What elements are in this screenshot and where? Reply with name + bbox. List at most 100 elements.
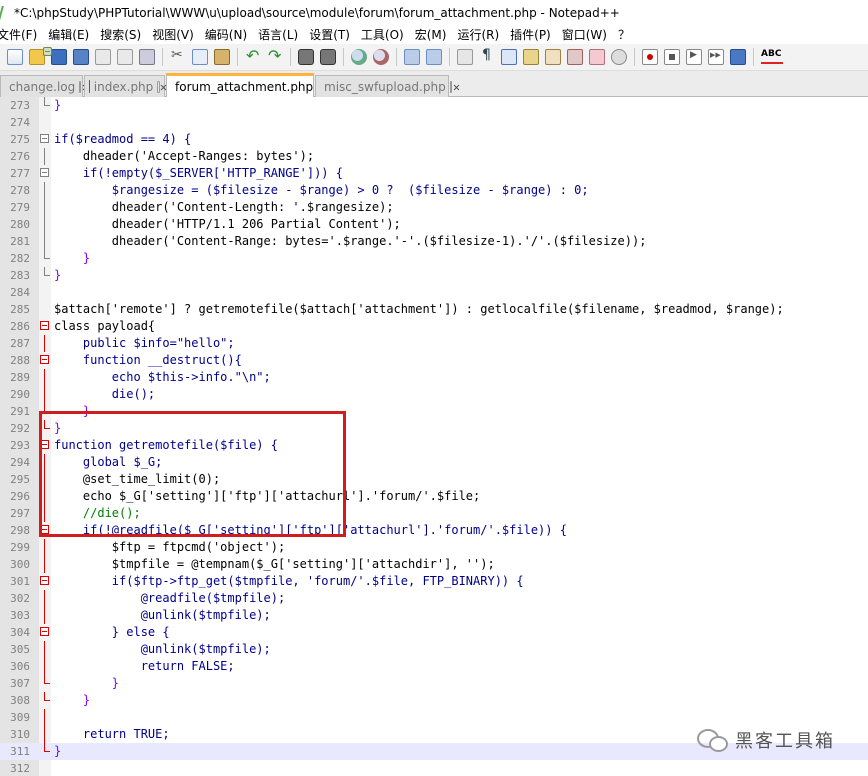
code-text: } bbox=[54, 251, 91, 265]
menu-plugins[interactable]: 插件(P) bbox=[505, 26, 557, 43]
save-icon[interactable] bbox=[51, 49, 67, 65]
fold-toggle-icon[interactable] bbox=[40, 627, 49, 636]
menu-window[interactable]: 窗口(W) bbox=[557, 26, 613, 43]
code-text: dheader('Content-Length: '.$rangesize); bbox=[54, 200, 394, 214]
menu-search[interactable]: 搜索(S) bbox=[95, 26, 147, 43]
code-line: 277 if(!empty($_SERVER['HTTP_RANGE'])) { bbox=[0, 165, 868, 182]
code-text: if(!@readfile($_G['setting']['ftp']['att… bbox=[54, 523, 567, 537]
line-number: 310 bbox=[10, 728, 30, 741]
menu-tools[interactable]: 工具(O) bbox=[356, 26, 410, 43]
find-icon[interactable] bbox=[298, 49, 314, 65]
fold-line bbox=[44, 539, 45, 556]
tab-index-php[interactable]: index.php bbox=[84, 75, 165, 97]
undo-icon[interactable] bbox=[245, 46, 261, 65]
code-text: $rangesize = ($filesize - $range) > 0 ? … bbox=[54, 183, 589, 197]
code-line: 297 //die(); bbox=[0, 505, 868, 522]
spell-check-icon[interactable]: ABC bbox=[761, 49, 783, 65]
code-line: 306 return FALSE; bbox=[0, 658, 868, 675]
fold-toggle-icon[interactable] bbox=[40, 168, 49, 177]
indent-guide-icon[interactable] bbox=[501, 49, 517, 65]
replace-icon[interactable] bbox=[320, 49, 336, 65]
code-line: 296 echo $_G['setting']['ftp']['attachur… bbox=[0, 488, 868, 505]
line-number: 309 bbox=[10, 711, 30, 724]
sync-vertical-icon[interactable] bbox=[404, 49, 420, 65]
fold-end-marker bbox=[44, 692, 50, 701]
tab-close-icon[interactable] bbox=[79, 80, 82, 93]
macro-play-icon[interactable] bbox=[686, 49, 702, 65]
save-all-icon[interactable] bbox=[73, 49, 89, 65]
document-map-icon[interactable] bbox=[545, 49, 561, 65]
fold-toggle-icon[interactable] bbox=[40, 321, 49, 330]
fold-line bbox=[44, 488, 45, 505]
fold-toggle-icon[interactable] bbox=[40, 525, 49, 534]
close-icon[interactable] bbox=[95, 49, 111, 65]
menu-help[interactable]: ？ bbox=[613, 26, 636, 43]
code-text: public $info="hello"; bbox=[54, 336, 235, 350]
menu-encoding[interactable]: 编码(N) bbox=[200, 26, 253, 43]
show-all-chars-icon[interactable] bbox=[479, 47, 495, 65]
copy-icon[interactable] bbox=[192, 49, 208, 65]
macro-save-icon[interactable] bbox=[730, 49, 746, 65]
tab-close-icon[interactable] bbox=[157, 80, 160, 93]
code-text: } bbox=[54, 676, 120, 690]
zoom-in-icon[interactable] bbox=[351, 49, 367, 65]
menu-macro[interactable]: 宏(M) bbox=[410, 26, 453, 43]
code-line: 290 die(); bbox=[0, 386, 868, 403]
code-text: global $_G; bbox=[54, 455, 163, 469]
fold-line bbox=[44, 386, 45, 403]
function-list-icon[interactable] bbox=[567, 49, 583, 65]
fold-toggle-icon[interactable] bbox=[40, 576, 49, 585]
line-number: 292 bbox=[10, 422, 30, 435]
menu-file[interactable]: 文件(F) bbox=[0, 26, 43, 43]
fold-line bbox=[44, 369, 45, 386]
tab-forum-attachment-php[interactable]: forum_attachment.php bbox=[166, 73, 320, 97]
tab-close-icon[interactable] bbox=[449, 80, 452, 93]
paste-icon[interactable] bbox=[214, 49, 230, 65]
menu-language[interactable]: 语言(L) bbox=[253, 26, 304, 43]
fold-all-icon[interactable] bbox=[43, 47, 52, 56]
folder-workspace-icon[interactable] bbox=[589, 49, 605, 65]
cut-icon[interactable] bbox=[170, 47, 186, 65]
monitoring-icon[interactable] bbox=[611, 49, 627, 65]
fold-line bbox=[44, 471, 45, 488]
code-line: 305 @unlink($tmpfile); bbox=[0, 641, 868, 658]
macro-play-multiple-icon[interactable] bbox=[708, 49, 724, 65]
menu-view[interactable]: 视图(V) bbox=[147, 26, 200, 43]
fold-toggle-icon[interactable] bbox=[40, 134, 49, 143]
toolbar-separator bbox=[237, 48, 238, 66]
word-wrap-icon[interactable] bbox=[457, 49, 473, 65]
code-line: 303 @unlink($tmpfile); bbox=[0, 607, 868, 624]
tab-change-log[interactable]: change.log bbox=[0, 75, 83, 97]
redo-icon[interactable] bbox=[267, 46, 283, 65]
toolbar-separator bbox=[343, 48, 344, 66]
menu-edit[interactable]: 编辑(E) bbox=[43, 26, 95, 43]
tab-misc-swfupload-php[interactable]: misc_swfupload.php bbox=[315, 75, 452, 97]
sync-horizontal-icon[interactable] bbox=[426, 49, 442, 65]
code-line: 274 bbox=[0, 114, 868, 131]
line-number: 303 bbox=[10, 609, 30, 622]
fold-toggle-icon[interactable] bbox=[40, 440, 49, 449]
line-number: 289 bbox=[10, 371, 30, 384]
macro-stop-icon[interactable] bbox=[664, 49, 680, 65]
line-number: 282 bbox=[10, 252, 30, 265]
notepad-plus-plus-icon bbox=[0, 5, 12, 20]
zoom-out-icon[interactable] bbox=[373, 49, 389, 65]
macro-record-icon[interactable] bbox=[642, 49, 658, 65]
code-line: 299 $ftp = ftpcmd('object'); bbox=[0, 539, 868, 556]
line-number: 293 bbox=[10, 439, 30, 452]
menu-run[interactable]: 运行(R) bbox=[452, 26, 505, 43]
close-all-icon[interactable] bbox=[117, 49, 133, 65]
code-line: 302 @readfile($tmpfile); bbox=[0, 590, 868, 607]
new-file-icon[interactable] bbox=[7, 49, 23, 65]
code-text: if($ftp->ftp_get($tmpfile, 'forum/'.$fil… bbox=[54, 574, 524, 588]
user-defined-language-icon[interactable] bbox=[523, 49, 539, 65]
menu-settings[interactable]: 设置(T) bbox=[304, 26, 356, 43]
line-number: 302 bbox=[10, 592, 30, 605]
code-line: 288 function __destruct(){ bbox=[0, 352, 868, 369]
print-icon[interactable] bbox=[139, 49, 155, 65]
code-editor[interactable]: 273 } 274 275 if($readmod == 4) { 276 dh… bbox=[0, 97, 868, 776]
fold-toggle-icon[interactable] bbox=[40, 355, 49, 364]
line-number: 277 bbox=[10, 167, 30, 180]
fold-line bbox=[44, 182, 45, 199]
fold-line bbox=[44, 726, 45, 743]
